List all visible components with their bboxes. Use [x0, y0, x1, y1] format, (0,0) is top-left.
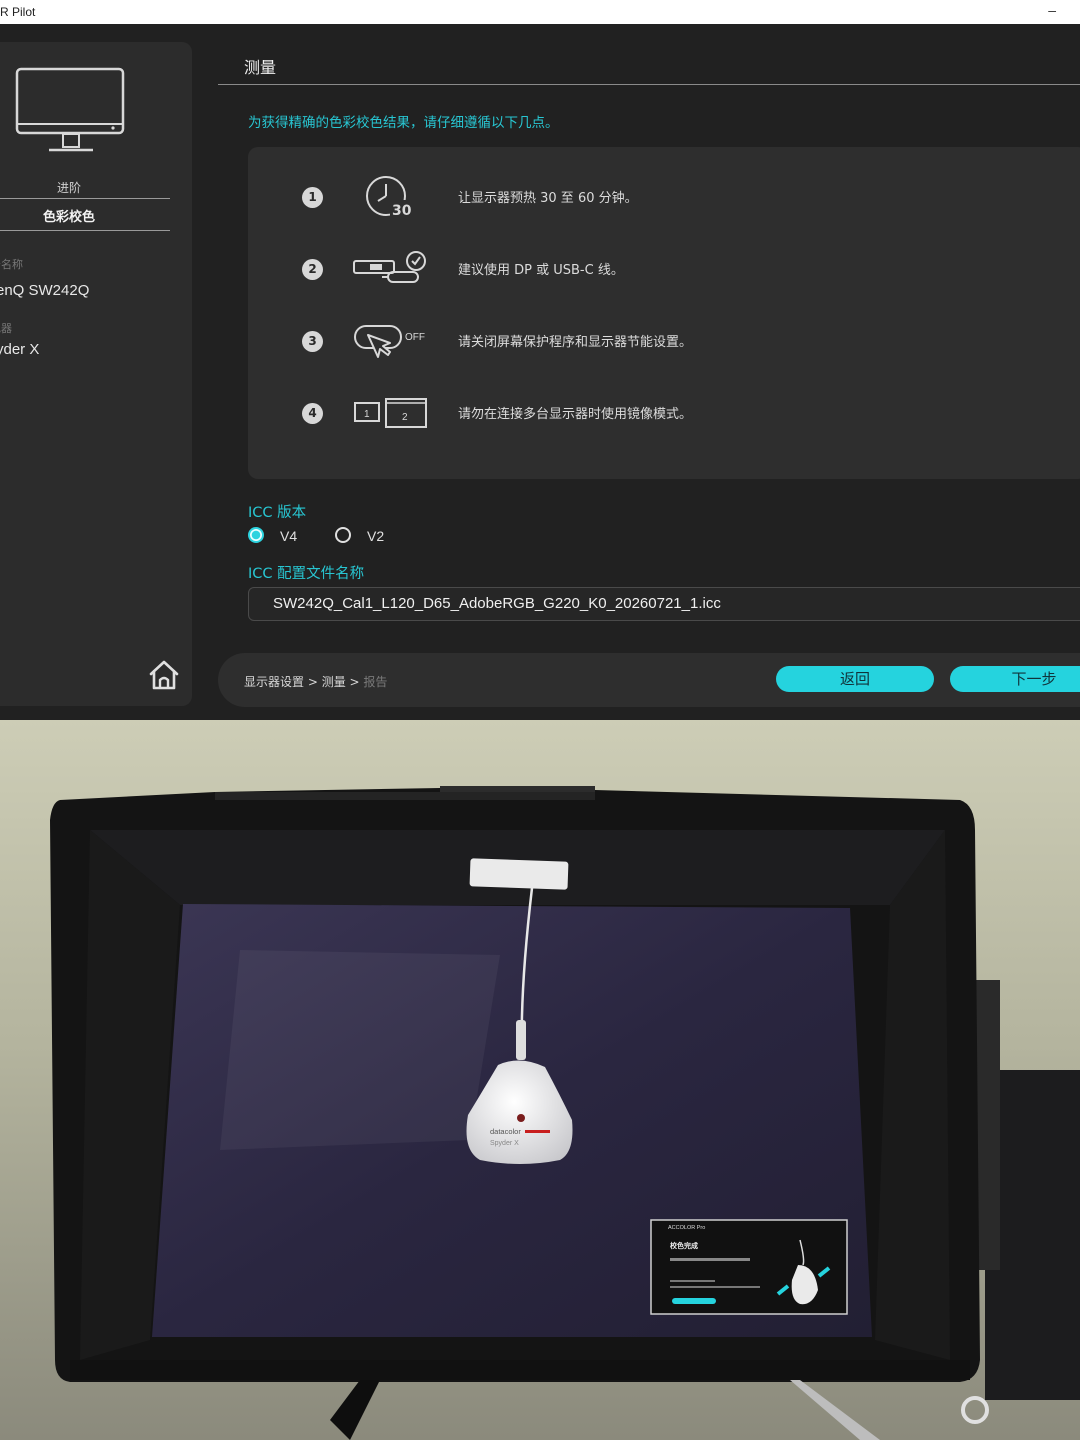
breadcrumb-measure[interactable]: 测量 > — [322, 675, 360, 689]
radio-unselected-indicator[interactable] — [335, 527, 351, 543]
divider — [218, 84, 1080, 85]
step-number-badge: 4 — [302, 403, 323, 424]
monitor-1-label: 1 — [364, 409, 370, 420]
dual-monitor-icon: 1 2 — [354, 398, 427, 428]
radio-selected-indicator[interactable] — [248, 527, 264, 543]
icc-filename-input[interactable]: SW242Q_Cal1_L120_D65_AdobeRGB_G220_K0_20… — [248, 587, 1080, 621]
step-number-badge: 1 — [302, 187, 323, 208]
monitor-name-value: enQ SW242Q — [0, 282, 90, 299]
tip-item: 2 建议使用 DP 或 USB-C 线。 — [248, 241, 1080, 297]
breadcrumb-report: 报告 — [363, 675, 388, 689]
back-button[interactable]: 返回 — [776, 666, 934, 692]
step-number-badge: 2 — [302, 259, 323, 280]
device-brand: datacolor — [490, 1127, 521, 1136]
home-icon[interactable] — [146, 658, 182, 692]
monitor-icon — [15, 67, 125, 152]
step-number-badge: 3 — [302, 331, 323, 352]
tip-text: 建议使用 DP 或 USB-C 线。 — [458, 263, 624, 278]
photo-scene: datacolor Spyder X ACCOLOR Pro 校色完成 — [50, 786, 1080, 1440]
tip-text: 请关闭屏幕保护程序和显示器节能设置。 — [458, 335, 693, 350]
tip-item: 3 OFF 请关闭屏幕保护程序和显示器节能设置。 — [248, 313, 1080, 369]
tip-item: 1 30 让显示器预热 30 至 60 分钟。 — [248, 169, 1080, 225]
breadcrumb: 显示器设置 > 测量 > 报告 — [244, 673, 387, 690]
window-title: R Pilot — [0, 5, 36, 19]
divider — [0, 198, 170, 199]
divider — [0, 230, 170, 231]
intro-text: 为获得精确的色彩校色结果，请仔细遵循以下几点。 — [248, 115, 559, 131]
sidebar-item-color-calibration[interactable]: 色彩校色 — [0, 206, 138, 225]
icc-version-label: ICC 版本 — [248, 505, 307, 521]
tip-item: 4 1 2 请勿在连接多台显示器时使用镜像模式。 — [248, 385, 1080, 441]
clock-30-icon: 30 — [366, 176, 416, 219]
clock-badge: 30 — [392, 203, 412, 219]
tip-text: 让显示器预热 30 至 60 分钟。 — [458, 191, 638, 206]
monitor-name-label: 号名称 — [0, 258, 23, 271]
icc-v4-radio[interactable]: V4 — [248, 526, 328, 546]
monitor-2-label: 2 — [402, 412, 408, 423]
next-button[interactable]: 下一步 — [950, 666, 1080, 692]
screensaver-off-icon: OFF — [354, 325, 425, 358]
sensor-value: yder X — [0, 341, 40, 358]
page-title: 测量 — [244, 58, 277, 77]
popup-title: 校色完成 — [670, 1241, 698, 1250]
sensor-label: 色器 — [0, 322, 12, 335]
window-titlebar: R Pilot – — [0, 0, 1080, 24]
tips-panel: 1 30 让显示器预热 30 至 60 分钟。 2 建议使用 DP 或 USB-… — [248, 147, 1080, 479]
app-window: 进阶 色彩校色 号名称 enQ SW242Q 色器 yder X 测量 为获得精… — [0, 24, 1080, 720]
device-model: Spyder X — [490, 1140, 519, 1147]
tip-text: 请勿在连接多台显示器时使用镜像模式。 — [458, 407, 693, 422]
minimize-button[interactable]: – — [1048, 2, 1056, 18]
popup-app-name: ACCOLOR Pro — [668, 1225, 705, 1231]
cable-icon — [353, 251, 426, 283]
footer-bar: 显示器设置 > 测量 > 报告 返回 下一步 — [218, 653, 1080, 707]
icc-v2-radio[interactable]: V2 — [335, 526, 415, 546]
sidebar: 进阶 色彩校色 号名称 enQ SW242Q 色器 yder X — [0, 42, 192, 706]
monitor-photo: datacolor Spyder X ACCOLOR Pro 校色完成 — [0, 720, 1080, 1440]
breadcrumb-display-settings[interactable]: 显示器设置 > — [244, 675, 318, 689]
icc-filename-label: ICC 配置文件名称 — [248, 566, 365, 582]
off-badge: OFF — [405, 332, 425, 343]
icc-v4-label: V4 — [280, 528, 298, 544]
main-panel: 测量 为获得精确的色彩校色结果，请仔细遵循以下几点。 1 30 让显示器预热 3… — [218, 24, 1080, 720]
icc-v2-label: V2 — [367, 528, 385, 544]
sidebar-level-label: 进阶 — [56, 181, 81, 195]
